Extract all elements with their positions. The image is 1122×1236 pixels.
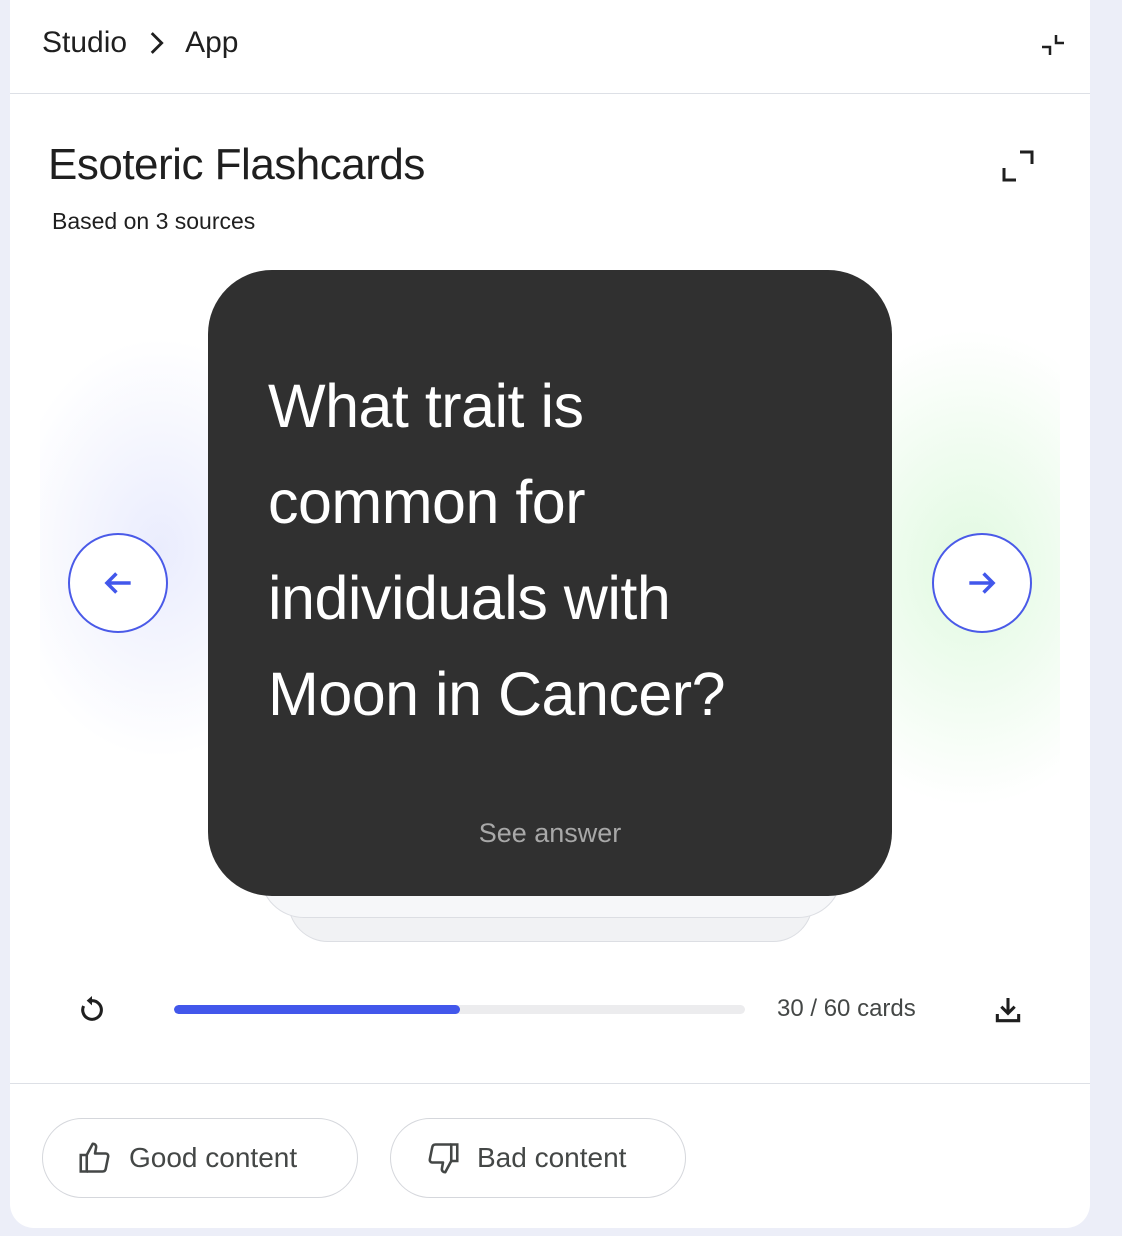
panel-header: Studio App — [10, 0, 1090, 94]
next-card-button[interactable] — [932, 533, 1032, 633]
arrow-left-icon — [104, 572, 131, 594]
thumbs-down-icon — [428, 1143, 459, 1174]
see-answer-link[interactable]: See answer — [208, 818, 892, 849]
feedback-bar: Good content Bad content — [10, 1083, 1090, 1228]
bad-content-button[interactable]: Bad content — [390, 1118, 686, 1198]
card-count: 30 / 60 cards — [777, 995, 916, 1022]
studio-panel: Studio App Esoteric Flashcards Based on … — [10, 0, 1090, 1228]
flashcards-title: Esoteric Flashcards — [48, 140, 425, 189]
sources-subtitle: Based on 3 sources — [52, 208, 256, 234]
download-icon[interactable] — [992, 994, 1024, 1026]
expand-icon[interactable] — [1000, 148, 1036, 184]
collapse-icon[interactable] — [1038, 30, 1068, 60]
breadcrumb: Studio App — [42, 26, 238, 60]
breadcrumb-studio[interactable]: Studio — [42, 26, 127, 60]
arrow-right-icon — [969, 572, 996, 594]
flashcard[interactable]: What trait is common for individuals wit… — [208, 270, 892, 896]
good-content-label: Good content — [129, 1142, 298, 1173]
flashcard-question: What trait is common for individuals wit… — [268, 372, 726, 728]
progress-bar — [174, 1005, 745, 1014]
thumbs-up-icon — [79, 1142, 110, 1173]
progress-fill — [174, 1005, 460, 1014]
breadcrumb-app: App — [185, 26, 239, 59]
restart-icon[interactable] — [76, 994, 108, 1026]
bad-content-label: Bad content — [477, 1142, 627, 1173]
previous-card-button[interactable] — [68, 533, 168, 633]
good-content-button[interactable]: Good content — [42, 1118, 358, 1198]
chevron-right-icon — [139, 26, 173, 60]
